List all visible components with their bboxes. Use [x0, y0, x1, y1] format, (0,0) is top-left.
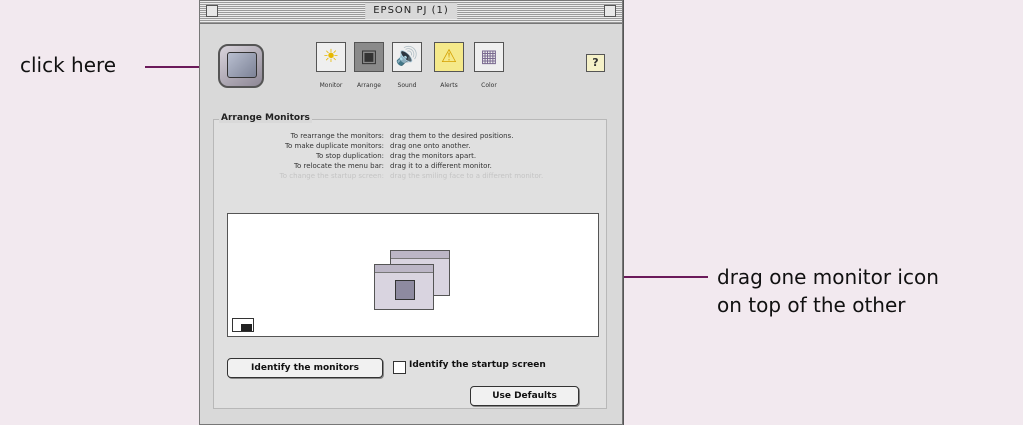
tool-color[interactable]: ▦ Color: [471, 42, 507, 89]
monitor-tile-front[interactable]: [374, 264, 434, 310]
arrange-icon: ▣: [354, 42, 384, 72]
close-box[interactable]: [206, 5, 218, 17]
instruction-value: drag the monitors apart.: [390, 152, 477, 160]
sun-monitor-icon: ☀: [316, 42, 346, 72]
drag-callout-line1: drag one monitor icon: [717, 265, 939, 289]
speaker-icon: 🔊: [392, 42, 422, 72]
instruction-key: To change the startup screen:: [279, 172, 384, 180]
tool-monitor-label: Monitor: [319, 82, 343, 89]
arrange-area[interactable]: [227, 213, 599, 337]
instruction-key: To make duplicate monitors:: [284, 142, 384, 150]
tool-sound-label: Sound: [397, 82, 417, 89]
monitors-window: EPSON PJ (1) ☀ Monitor ▣ Arrange 🔊 Sound…: [199, 0, 623, 425]
tool-arrange[interactable]: ▣ Arrange: [351, 42, 387, 89]
monitor-screen-icon: [395, 280, 415, 300]
help-button[interactable]: ?: [586, 54, 605, 72]
click-here-callout: click here: [20, 53, 117, 77]
tool-arrange-label: Arrange: [357, 82, 381, 89]
instruction-value: drag one onto another.: [390, 142, 471, 150]
color-icon: ▦: [474, 42, 504, 72]
monitor-icon: [218, 44, 264, 88]
window-title: EPSON PJ (1): [365, 3, 457, 19]
tool-alerts-label: Alerts: [440, 82, 458, 89]
tool-alerts[interactable]: ⚠ Alerts: [431, 42, 467, 89]
tool-color-label: Color: [481, 82, 497, 89]
tool-sound[interactable]: 🔊 Sound: [389, 42, 425, 89]
alert-icon: ⚠: [434, 42, 464, 72]
zoom-box[interactable]: [604, 5, 616, 17]
toolbar: ☀ Monitor ▣ Arrange 🔊 Sound ⚠ Alerts ▦ C…: [200, 24, 622, 104]
startup-screen-label: Identify the startup screen: [409, 360, 546, 370]
instruction-value: drag them to the desired positions.: [390, 132, 514, 140]
instruction-key: To relocate the menu bar:: [293, 162, 384, 170]
tool-monitor[interactable]: ☀ Monitor: [313, 42, 349, 89]
instruction-key: To stop duplication:: [315, 152, 384, 160]
instruction-value: drag it to a different monitor.: [390, 162, 492, 170]
group-title: Arrange Monitors: [219, 113, 312, 123]
menu-bar-icon[interactable]: [232, 318, 254, 332]
instruction-value: drag the smiling face to a different mon…: [390, 172, 544, 180]
title-bar[interactable]: EPSON PJ (1): [200, 1, 622, 24]
instruction-key: To rearrange the monitors:: [290, 132, 384, 140]
identify-monitors-button[interactable]: Identify the monitors: [227, 358, 383, 378]
use-defaults-button[interactable]: Use Defaults: [470, 386, 579, 406]
drag-callout-line2: on top of the other: [717, 293, 906, 317]
startup-screen-checkbox[interactable]: [393, 361, 406, 374]
